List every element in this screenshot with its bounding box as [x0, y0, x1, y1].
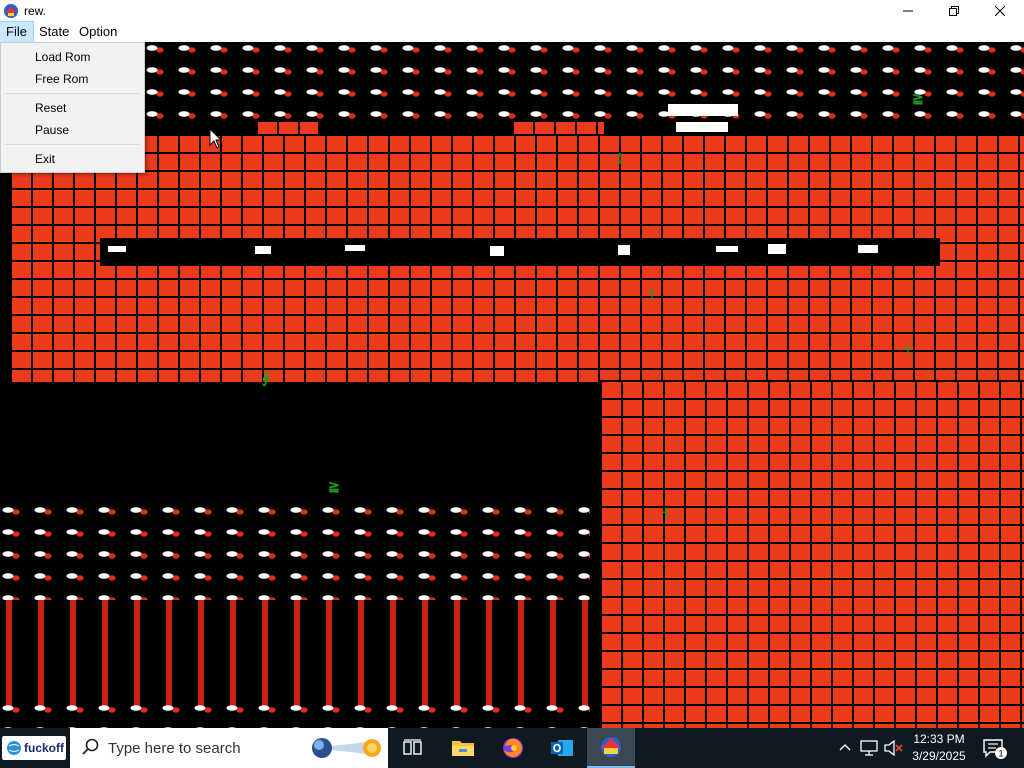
sprite-fragment: [676, 122, 728, 132]
green-glitch-sprite: ≧: [912, 90, 924, 106]
minimize-button[interactable]: [885, 0, 931, 22]
task-view-icon: [403, 739, 422, 755]
firefox-button[interactable]: [489, 728, 537, 768]
clock-time[interactable]: 12:33 PM: [910, 732, 968, 746]
green-glitch-sprite: ∲: [262, 370, 270, 386]
sprite-strip: [100, 238, 940, 266]
brick-step-right: [512, 120, 604, 134]
close-button[interactable]: [977, 0, 1023, 22]
rew-app-icon: [601, 737, 621, 757]
sprite-fragment: [255, 246, 271, 254]
notification-icon[interactable]: 1: [982, 738, 1008, 760]
file-explorer-button[interactable]: [439, 728, 487, 768]
menu-bar: File State Option: [0, 21, 1024, 43]
green-glitch-sprite: †: [662, 506, 670, 522]
minimize-icon: [903, 10, 913, 12]
sprite-row-top: [144, 42, 1024, 132]
brick-wall-lower-right: [600, 380, 1024, 728]
sprite-fragment: [108, 246, 126, 252]
clock-date[interactable]: 3/29/2025: [908, 749, 970, 763]
file-explorer-icon: [452, 741, 474, 756]
sprite-fragment: [668, 104, 738, 116]
outlook-button[interactable]: [538, 728, 586, 768]
game-viewport[interactable]: ∲ ≧ ‡ † ≧ † †: [0, 42, 1024, 728]
taskbar: fuckoff Type here to search 12:33 PM 3/2…: [0, 728, 1024, 768]
menu-item-exit[interactable]: Exit: [35, 152, 55, 166]
green-glitch-sprite: †: [648, 286, 656, 302]
network-icon[interactable]: [860, 740, 878, 756]
rew-taskbar-button[interactable]: [587, 728, 635, 768]
sprite-fragment: [345, 245, 365, 251]
window-title: rew.: [24, 4, 47, 18]
search-icon: [82, 738, 99, 755]
notification-count: 1: [998, 749, 1003, 759]
search-placeholder: Type here to search: [108, 740, 241, 757]
search-highlight-art-icon: [312, 738, 381, 758]
search-box[interactable]: Type here to search: [70, 728, 388, 768]
menu-separator: [5, 93, 139, 94]
menu-item-pause[interactable]: Pause: [35, 123, 69, 137]
brick-step-left: [256, 120, 318, 134]
rew-app-icon: [4, 4, 18, 18]
sprite-fragment: [618, 245, 630, 255]
menu-item-reset[interactable]: Reset: [35, 101, 66, 115]
outlook-icon: [551, 740, 573, 756]
restore-button[interactable]: [931, 0, 977, 22]
mouse-cursor-icon: [209, 128, 223, 149]
firefox-icon: [503, 738, 523, 758]
menu-state[interactable]: State: [33, 22, 75, 42]
sprite-fragment: [858, 245, 878, 253]
title-bar[interactable]: rew.: [0, 0, 1024, 22]
menu-separator: [5, 144, 139, 145]
task-view-button[interactable]: [389, 728, 437, 768]
dash-rows: [0, 600, 590, 710]
green-glitch-sprite: †: [904, 342, 912, 358]
green-glitch-sprite: ‡: [616, 150, 624, 166]
start-label: fuckoff: [24, 741, 64, 755]
globe-icon: [7, 741, 21, 755]
sprite-fragment: [490, 246, 504, 256]
file-menu-dropdown: Load Rom Free Rom Reset Pause Exit: [0, 42, 145, 173]
volume-muted-icon[interactable]: [884, 740, 904, 756]
menu-item-free-rom[interactable]: Free Rom: [35, 72, 88, 86]
menu-file[interactable]: File: [0, 21, 34, 43]
maximize-icon: [949, 6, 959, 16]
sprite-fragment: [768, 244, 786, 254]
menu-item-load-rom[interactable]: Load Rom: [35, 50, 90, 64]
chevron-up-icon[interactable]: [838, 740, 852, 754]
sprite-fragment: [716, 246, 738, 252]
sprite-row-bottom: [0, 504, 590, 600]
sprite-row-base: [0, 702, 590, 728]
green-glitch-sprite: ≧: [328, 478, 340, 494]
start-button[interactable]: fuckoff: [2, 736, 66, 760]
menu-option[interactable]: Option: [73, 22, 123, 42]
close-icon: [995, 6, 1005, 16]
